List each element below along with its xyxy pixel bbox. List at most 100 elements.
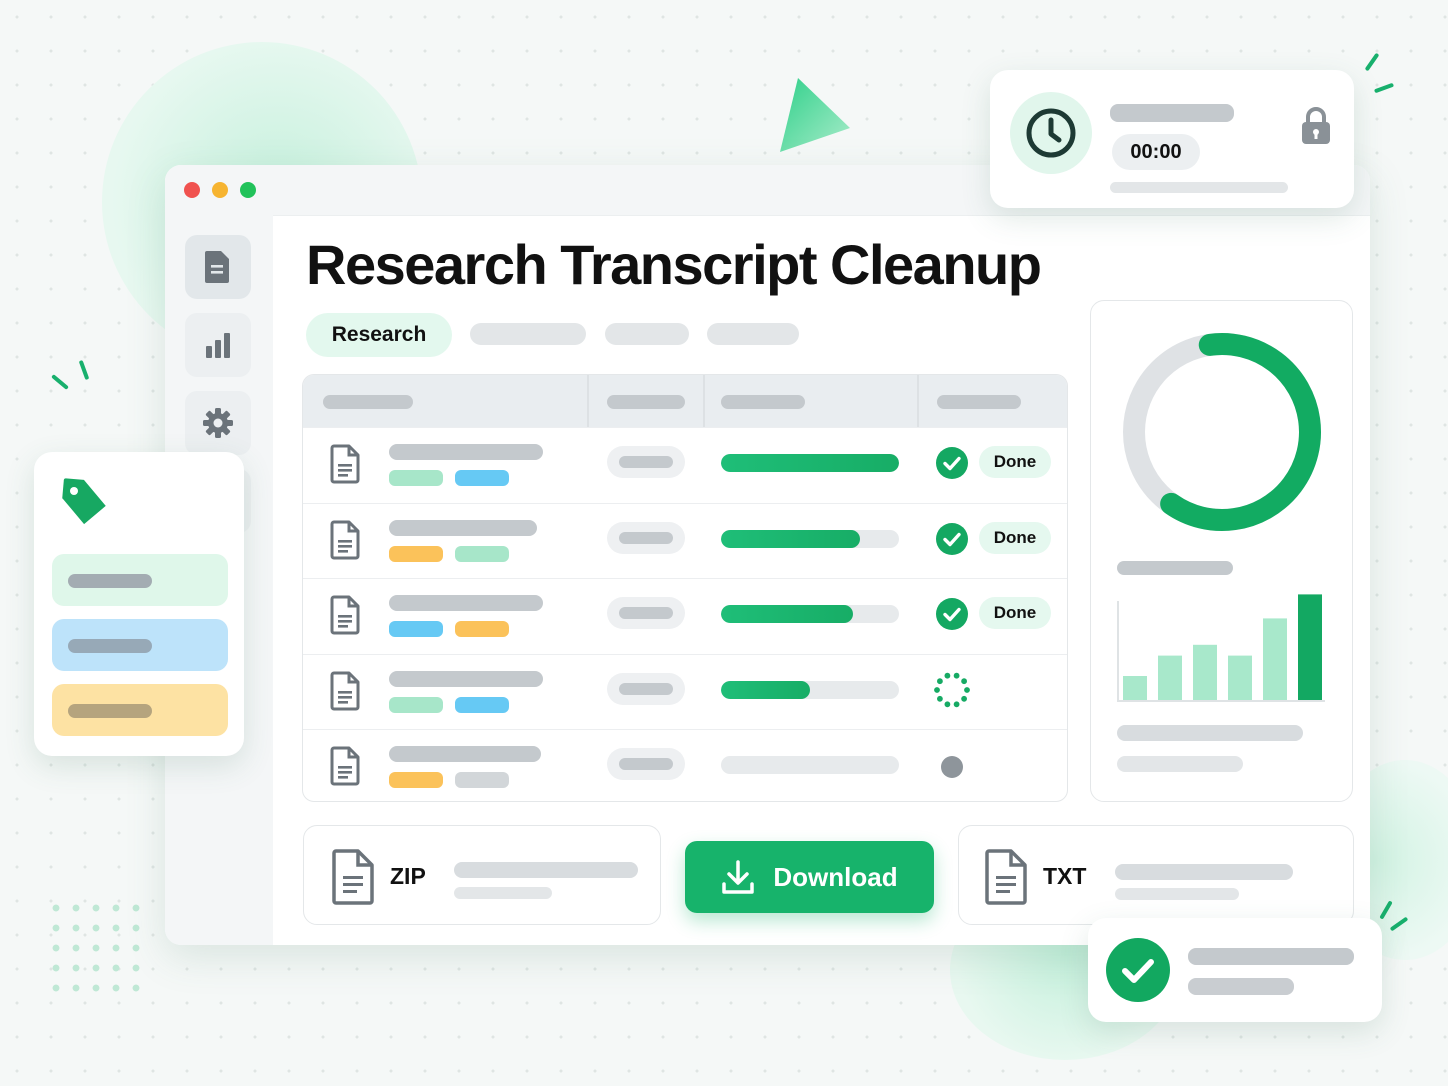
completion-donut [1123,333,1321,531]
progress-track [721,605,899,623]
sparkle-decoration [1373,82,1395,94]
tag-option-label [68,639,152,653]
column-header-size[interactable] [607,395,685,409]
success-toast [1088,918,1382,1022]
decorative-dot-grid [46,898,146,998]
download-icon [722,860,755,894]
tag-option-label [68,574,152,588]
tag-pill [455,772,509,788]
stats-card [1090,300,1353,802]
tag-option-yellow[interactable] [52,684,228,736]
stats-text-placeholder [1117,725,1303,741]
zip-info-placeholder [454,887,552,899]
document-icon [330,671,360,710]
timer-title-placeholder [1110,104,1234,122]
tag-option-green[interactable] [52,554,228,606]
tag-chip-placeholder[interactable] [707,323,799,345]
file-size-pill [607,597,685,629]
tag-option-blue[interactable] [52,619,228,671]
triangle-decoration [780,78,850,152]
sparkle-decoration [1364,52,1380,72]
tag-pill [455,545,509,562]
progress-track [721,529,899,548]
table-row[interactable] [303,653,1067,730]
progress-fill [721,605,853,623]
tag-chip-placeholder[interactable] [470,323,586,345]
timer-subtitle-placeholder [1110,182,1288,193]
tag-pill [389,545,443,562]
download-button[interactable]: Download [685,841,934,913]
table-row[interactable]: Done [303,427,1067,503]
loading-spinner-icon [934,672,970,707]
zip-export-card[interactable]: ZIP [303,825,661,925]
document-icon [330,746,360,786]
stats-label-placeholder [1117,561,1233,575]
status-badge: Done [979,521,1051,554]
txt-info-placeholder [1115,864,1293,880]
file-name-placeholder [389,519,537,536]
mini-bar [1193,644,1217,700]
txt-export-card[interactable]: TXT [958,825,1354,925]
close-window-button[interactable] [184,182,200,198]
zip-format-label: ZIP [390,863,426,889]
transcript-table: Done Done Done [302,374,1068,802]
clock-icon [1026,108,1076,158]
file-name-placeholder [389,444,543,460]
tag-chip-placeholder[interactable] [605,323,689,345]
txt-format-label: TXT [1043,863,1087,889]
progress-fill [721,454,899,472]
document-icon [330,595,360,635]
sidebar-item-analytics[interactable] [185,313,251,377]
page-title: Research Transcript Cleanup [306,233,1042,296]
mini-bar [1158,655,1182,700]
column-header-name[interactable] [323,395,413,409]
stats-text-placeholder [1117,756,1243,772]
table-row[interactable]: Done [303,578,1067,654]
document-icon [205,251,229,283]
file-name-placeholder [389,595,543,611]
zip-info-placeholder [454,862,638,878]
progress-track [721,756,899,774]
file-size-pill [607,748,685,780]
column-header-status[interactable] [937,395,1021,409]
bar-chart-icon [206,333,230,358]
file-size-pill [607,521,685,554]
tag-option-label [68,704,152,718]
tag-icon [62,478,106,525]
table-row[interactable] [303,729,1067,801]
document-icon [330,520,360,559]
tag-pill [389,772,443,788]
table-header [303,375,1067,427]
column-header-progress[interactable] [721,395,805,409]
file-name-placeholder [389,746,541,762]
tag-pill [389,470,443,486]
document-icon [330,444,360,484]
tag-pill [455,621,509,637]
file-name-placeholder [389,670,543,687]
mini-bar [1228,655,1252,700]
maximize-window-button[interactable] [240,182,256,198]
table-row[interactable]: Done [303,502,1067,579]
sidebar-item-documents[interactable] [185,235,251,299]
tag-chip-research[interactable]: Research [306,313,452,357]
zip-file-icon [332,849,374,905]
mini-bar-chart [1117,594,1325,702]
lock-icon[interactable] [1300,106,1332,146]
sparkle-decoration [78,359,90,381]
download-label: Download [773,861,898,892]
tag-pill [455,470,509,486]
timer-value: 00:00 [1112,134,1200,170]
mini-bar [1298,594,1322,700]
check-circle-icon [936,447,968,479]
mini-bar [1123,676,1147,700]
status-badge: Done [979,597,1051,629]
tag-filter-card [34,452,244,756]
mini-bar [1263,618,1287,700]
status-badge: Done [979,446,1051,478]
pending-status-dot [941,756,963,778]
progress-fill [721,680,810,699]
tag-pill [455,696,509,713]
check-circle-icon [936,522,968,555]
minimize-window-button[interactable] [212,182,228,198]
sidebar-item-settings[interactable] [185,391,251,455]
